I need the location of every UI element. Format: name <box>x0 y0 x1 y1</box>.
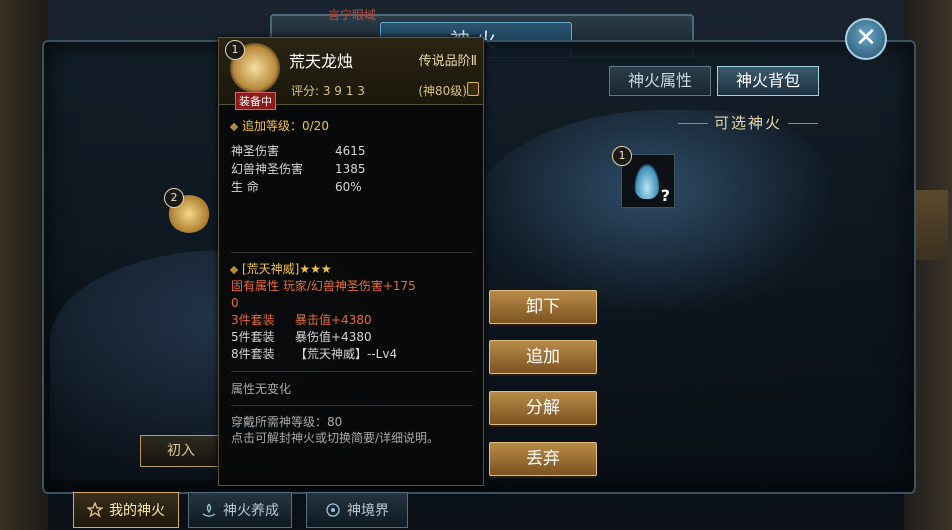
tooltip-badge: 1 <box>225 40 245 60</box>
hand-flame-icon <box>202 503 216 517</box>
extra-level: 追加等级：0/20 <box>229 117 473 134</box>
item-name: 荒天龙烛 <box>289 52 354 71</box>
stat-row: 神圣伤害 4615 <box>231 144 366 158</box>
nav-shen-realm[interactable]: 神境界 <box>306 492 408 528</box>
star-sword-icon <box>87 502 103 518</box>
unequip-button[interactable]: 卸下 <box>489 290 597 324</box>
deco-label: 初入 <box>140 435 222 467</box>
realm-icon <box>326 503 340 517</box>
question-icon: ? <box>660 186 670 205</box>
tab-shenhuo-bag[interactable]: 神火背包 <box>717 66 819 96</box>
stat-row: 生 命 60% <box>231 180 362 194</box>
set-title: [荒天神威]★★★ <box>229 261 473 278</box>
selectable-title: 可选神火 <box>658 112 838 133</box>
slot-badge: 1 <box>612 146 632 166</box>
decompose-button[interactable]: 分解 <box>489 391 597 425</box>
close-icon: ✕ <box>855 23 877 53</box>
nav-shenhuo-cultivate[interactable]: 神火养成 <box>188 492 292 528</box>
left-edge-art <box>0 0 48 530</box>
small-slot-badge: 2 <box>164 188 184 208</box>
requirement-text: 穿戴所需神等级：80 <box>231 415 343 429</box>
append-button[interactable]: 追加 <box>489 340 597 374</box>
divider <box>231 252 473 253</box>
set-bonus-3: 3件套装 暴击值+4380 <box>231 313 372 327</box>
nav-my-shenhuo[interactable]: 我的神火 <box>73 492 179 528</box>
divider <box>231 371 473 372</box>
stat-row: 幻兽神圣伤害 1385 <box>231 162 366 176</box>
close-button[interactable]: ✕ <box>845 18 887 60</box>
equipped-badge: 装备中 <box>235 92 276 110</box>
tooltip-header: 1 装备中 荒天龙烛 传说品阶Ⅱ 评分: 3 9 1 3 (神80级) <box>219 38 483 110</box>
discard-button[interactable]: 丢弃 <box>489 442 597 476</box>
tab-shenhuo-attr[interactable]: 神火属性 <box>609 66 711 96</box>
divider <box>231 405 473 406</box>
item-level: (神80级) <box>418 84 467 98</box>
inherent-line: 固有属性 玩家/幻兽神圣伤害+175 <box>231 279 416 293</box>
blue-flame-icon <box>634 163 660 199</box>
lock-icon <box>467 82 479 96</box>
hint-text: 点击可解封神火或切换简要/详细说明。 <box>231 431 440 445</box>
no-change-text: 属性无变化 <box>231 382 292 396</box>
item-grade: 传说品阶Ⅱ <box>418 54 477 69</box>
inherent-line-cont: 0 <box>231 296 239 310</box>
set-bonus-5: 5件套装 暴伤值+4380 <box>231 330 372 344</box>
item-score: 评分: 3 9 1 3 <box>291 84 365 98</box>
set-bonus-8: 8件套装 【荒天神威】--Lv4 <box>231 347 398 361</box>
top-red-text: 言宁眼域 <box>328 8 377 22</box>
tab-bar: 神火属性 神火背包 <box>609 66 819 96</box>
item-tooltip: 1 装备中 荒天龙烛 传说品阶Ⅱ 评分: 3 9 1 3 (神80级) 追加等级… <box>218 37 484 486</box>
